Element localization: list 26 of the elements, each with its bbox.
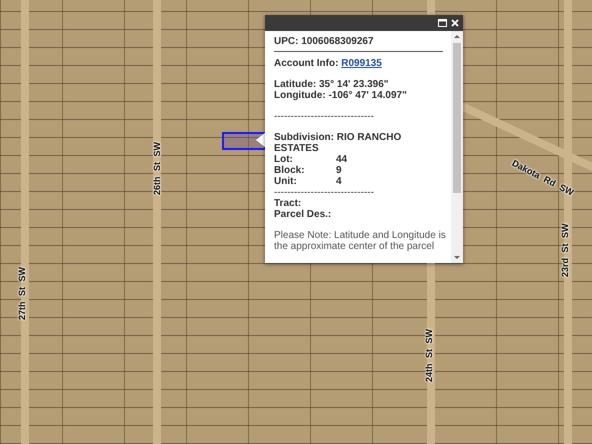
satellite-map[interactable] — [0, 0, 592, 444]
close-icon[interactable] — [451, 19, 459, 27]
separator-text: ------------------------------ — [274, 187, 375, 198]
field-label: Tract: — [274, 198, 302, 209]
field-value: 4 — [336, 176, 343, 187]
subdivision-text: Subdivision: RIO RANCHO ESTATES — [274, 132, 402, 154]
note-text: Please Note: Latitude and Longitude is the approximate center of the parcel — [274, 230, 447, 252]
selected-parcel-outline — [222, 132, 266, 150]
field-value: 9 — [336, 165, 343, 176]
longitude-text: Longitude: -106° 47' 14.097" — [274, 90, 408, 101]
field-label: Parcel Des.: — [274, 209, 332, 220]
field-label: Block: — [274, 165, 306, 176]
separator-text: ------------------------------ — [274, 111, 375, 122]
account-label: Account Info: — [274, 58, 338, 69]
maximize-icon[interactable] — [438, 19, 447, 27]
street-label: 26th St SW — [152, 142, 162, 195]
street-label: 24th St SW — [424, 328, 434, 382]
account-link[interactable]: R099135 — [341, 58, 382, 69]
street-label: 27th St SW — [17, 266, 27, 320]
latitude-text: Latitude: 35° 14' 23.396" — [274, 79, 390, 90]
field-value: 44 — [336, 154, 348, 165]
field-label: Lot: — [274, 154, 294, 165]
scrollbar[interactable] — [451, 31, 463, 263]
street-label: 23rd St SW — [560, 223, 570, 277]
upc-text: UPC: 1006068309267 — [274, 36, 375, 47]
field-label: Unit: — [274, 176, 298, 187]
